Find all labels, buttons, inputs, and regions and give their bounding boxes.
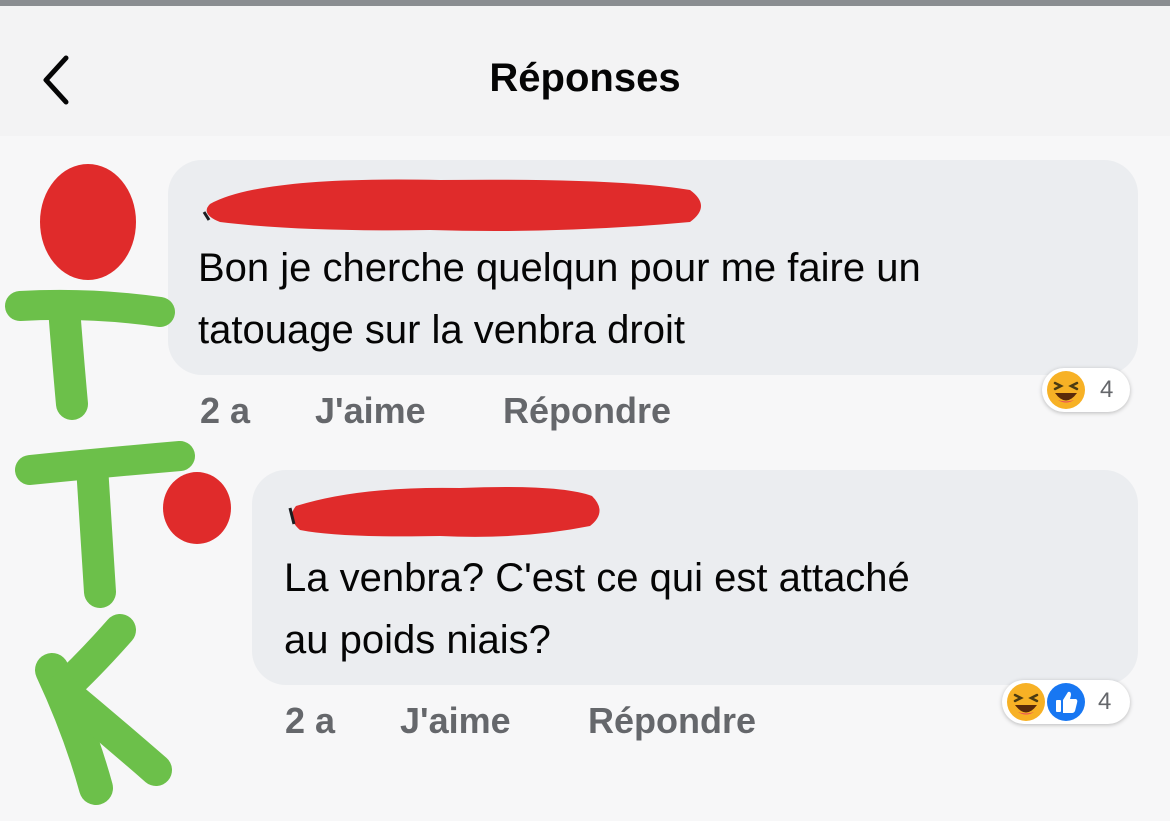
- like-link[interactable]: J'aime: [400, 700, 511, 742]
- haha-icon: [1007, 683, 1045, 721]
- header-bar: Réponses: [0, 6, 1170, 136]
- comment-bubble: Bon je cherche quelqun pour me faire un …: [168, 160, 1138, 375]
- comment-meta: 2 a J'aime Répondre: [200, 390, 800, 434]
- reaction-count: 4: [1100, 376, 1114, 403]
- comment-bubble: La venbra? C'est ce qui est attaché au p…: [252, 470, 1138, 685]
- reply-link[interactable]: Répondre: [588, 700, 756, 742]
- comment-time: 2 a: [200, 390, 251, 431]
- page-title: Réponses: [489, 56, 681, 100]
- comment-text-line: tatouage sur la venbra droit: [198, 308, 685, 352]
- comment-text-line: La venbra? C'est ce qui est attaché: [284, 556, 910, 600]
- comment-text-line: Bon je cherche quelqun pour me faire un: [198, 246, 921, 290]
- like-link[interactable]: J'aime: [315, 390, 426, 432]
- reply-link[interactable]: Répondre: [503, 390, 671, 432]
- like-icon: [1047, 683, 1085, 721]
- reaction-summary[interactable]: 4: [1042, 368, 1130, 412]
- comment-text-line: au poids niais?: [284, 618, 551, 662]
- haha-icon: [1047, 371, 1085, 409]
- comment-meta: 2 a J'aime Répondre: [285, 700, 885, 744]
- comment-time: 2 a: [285, 700, 336, 741]
- reaction-count: 4: [1098, 688, 1112, 715]
- reaction-summary[interactable]: 4: [1002, 680, 1130, 724]
